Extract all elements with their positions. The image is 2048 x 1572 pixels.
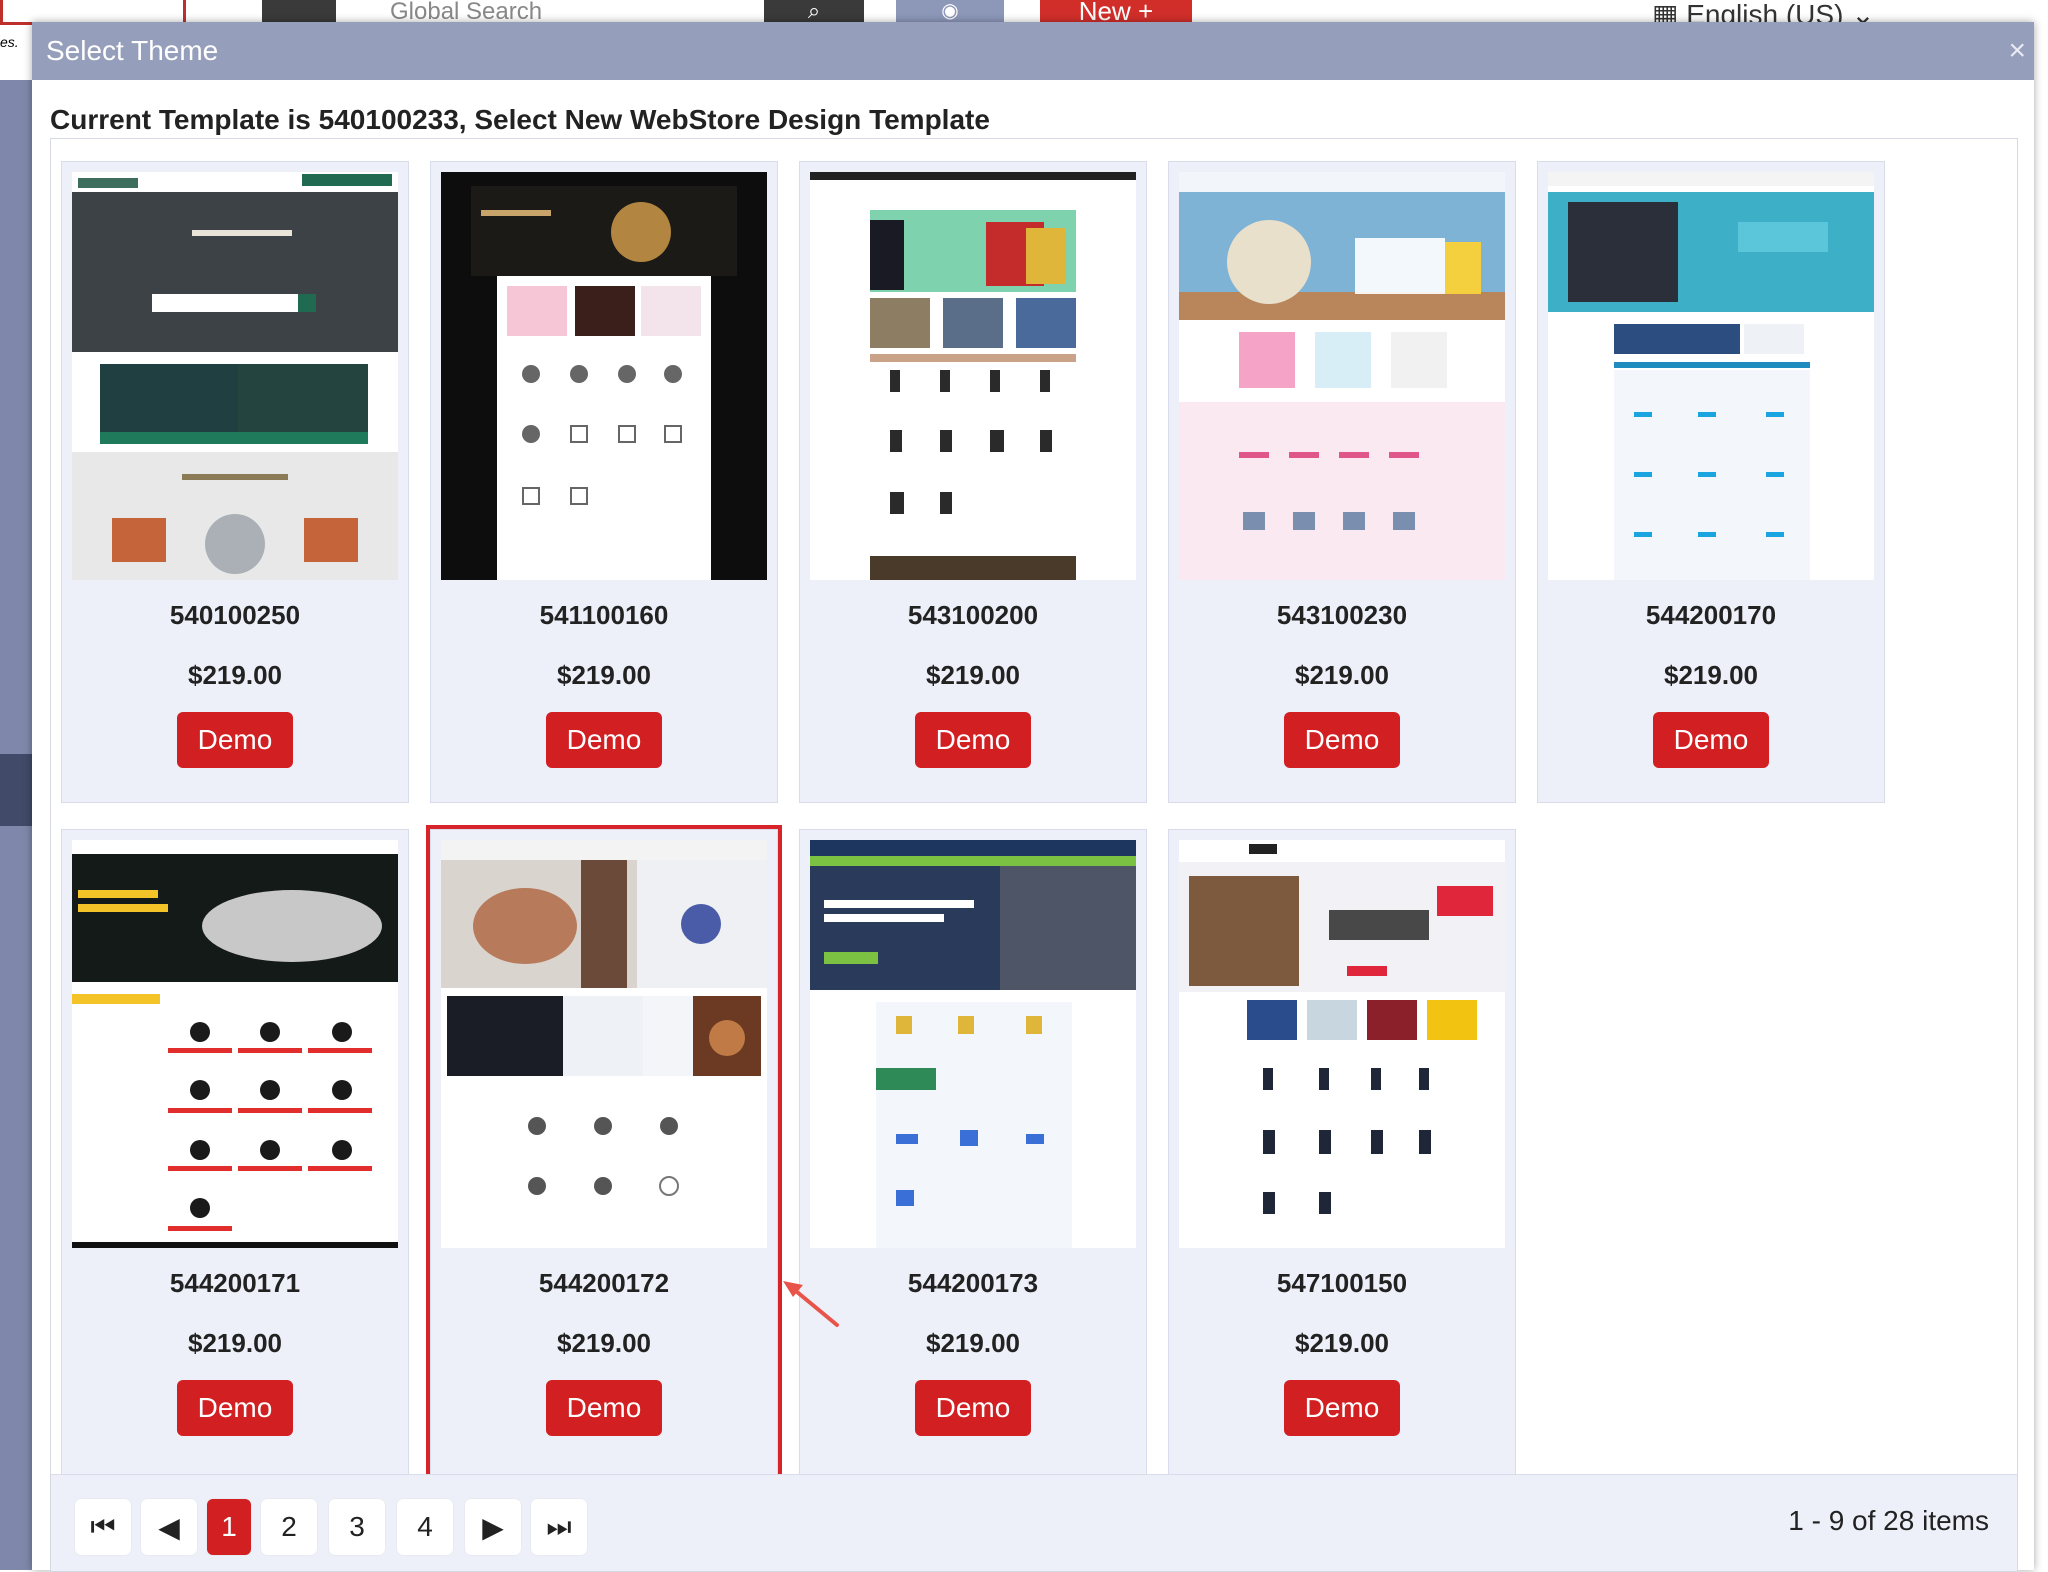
menu-icon[interactable] <box>262 0 336 22</box>
template-card[interactable]: 544200173 $219.00 Demo <box>799 829 1147 1481</box>
template-card[interactable]: 540100250 $219.00 Demo <box>61 161 409 803</box>
template-card[interactable]: 543100230 $219.00 Demo <box>1168 161 1516 803</box>
demo-button[interactable]: Demo <box>1653 712 1769 768</box>
template-code: 544200172 <box>538 1268 670 1298</box>
demo-button[interactable]: Demo <box>1284 712 1400 768</box>
demo-button[interactable]: Demo <box>915 712 1031 768</box>
page-button-1[interactable]: 1 <box>207 1499 251 1555</box>
template-grid: 540100250 $219.00 Demo 541100160 $219.00… <box>50 138 2018 1572</box>
template-price: $219.00 <box>1664 660 1758 690</box>
demo-button[interactable]: Demo <box>546 1380 662 1436</box>
demo-button[interactable]: Demo <box>177 712 293 768</box>
template-thumbnail[interactable] <box>441 840 767 1248</box>
template-code: 540100250 <box>169 600 301 630</box>
modal-header: Select Theme × <box>32 22 2034 80</box>
template-code: 543100230 <box>1276 600 1408 630</box>
close-icon[interactable]: × <box>2008 34 2026 68</box>
modal-subtitle: Current Template is 540100233, Select Ne… <box>50 104 990 135</box>
new-button[interactable]: New + <box>1040 0 1192 24</box>
background-text: es. <box>0 34 19 50</box>
template-thumbnail[interactable] <box>1548 172 1874 580</box>
template-price: $219.00 <box>188 1328 282 1358</box>
template-price: $219.00 <box>557 660 651 690</box>
template-card[interactable]: 541100160 $219.00 Demo <box>430 161 778 803</box>
template-card[interactable]: 547100150 $219.00 Demo <box>1168 829 1516 1481</box>
page-button-4[interactable]: 4 <box>397 1499 453 1555</box>
page-button-3[interactable]: 3 <box>329 1499 385 1555</box>
template-code: 544200171 <box>169 1268 301 1298</box>
template-code: 543100200 <box>907 600 1039 630</box>
page-button-2[interactable]: 2 <box>261 1499 317 1555</box>
template-price: $219.00 <box>1295 660 1389 690</box>
template-thumbnail[interactable] <box>810 172 1136 580</box>
background-sidebar-active <box>0 754 32 826</box>
template-code: 541100160 <box>539 600 669 630</box>
demo-button[interactable]: Demo <box>546 712 662 768</box>
template-thumbnail[interactable] <box>72 840 398 1248</box>
template-price: $219.00 <box>188 660 282 690</box>
demo-button[interactable]: Demo <box>177 1380 293 1436</box>
template-price: $219.00 <box>926 1328 1020 1358</box>
template-price: $219.00 <box>926 660 1020 690</box>
template-thumbnail[interactable] <box>1179 840 1505 1248</box>
template-card[interactable]: 544200170 $219.00 Demo <box>1537 161 1885 803</box>
template-card-selected[interactable]: 544200172 $219.00 Demo <box>426 825 782 1485</box>
pagination-info: 1 - 9 of 28 items <box>1788 1505 1989 1536</box>
demo-button[interactable]: Demo <box>915 1380 1031 1436</box>
template-card[interactable]: 544200171 $219.00 Demo <box>61 829 409 1481</box>
template-price: $219.00 <box>557 1328 651 1358</box>
modal-title: Select Theme <box>46 35 219 66</box>
template-thumbnail[interactable] <box>441 172 767 580</box>
template-code: 544200173 <box>907 1268 1039 1298</box>
template-thumbnail[interactable] <box>1179 172 1505 580</box>
annotation-arrow-icon <box>783 1281 839 1327</box>
prev-page-icon[interactable]: ◀ <box>141 1499 197 1555</box>
pagination-bar: ⏮ ◀ 1 2 3 4 ▶ ⏭ 1 - 9 of 28 items <box>51 1474 2017 1571</box>
template-card[interactable]: 543100200 $219.00 Demo <box>799 161 1147 803</box>
template-thumbnail[interactable] <box>72 172 398 580</box>
search-icon[interactable]: ⌕ <box>764 0 864 22</box>
first-page-icon[interactable]: ⏮ <box>75 1499 131 1555</box>
template-price: $219.00 <box>1295 1328 1389 1358</box>
global-search-input[interactable]: Global Search <box>372 0 790 24</box>
demo-button[interactable]: Demo <box>1284 1380 1400 1436</box>
template-thumbnail[interactable] <box>810 840 1136 1248</box>
template-code: 547100150 <box>1276 1268 1408 1298</box>
select-theme-modal: Select Theme × Current Template is 54010… <box>32 22 2034 1572</box>
last-page-icon[interactable]: ⏭ <box>531 1499 587 1555</box>
eye-icon[interactable]: ◉ <box>896 0 1004 22</box>
template-code: 544200170 <box>1645 600 1777 630</box>
next-page-icon[interactable]: ▶ <box>465 1499 521 1555</box>
